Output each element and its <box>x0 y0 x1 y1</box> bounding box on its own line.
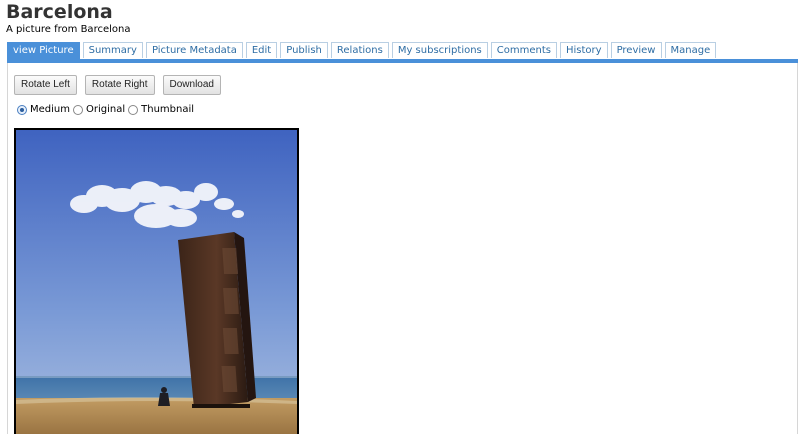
medium-label: Medium <box>30 104 70 115</box>
barcelona-picture <box>16 130 297 434</box>
rotate-right-button[interactable]: Rotate Right <box>84 75 155 95</box>
image-toolbar: Rotate Left Rotate Right Download <box>14 75 221 95</box>
original-label: Original <box>86 104 126 115</box>
tab-my-subscriptions[interactable]: My subscriptions <box>391 42 488 58</box>
tab-publish[interactable]: Publish <box>280 42 328 58</box>
rotate-left-button[interactable]: Rotate Left <box>14 75 77 95</box>
tab-history[interactable]: History <box>559 42 608 58</box>
tab-relations[interactable]: Relations <box>330 42 389 58</box>
tab-manage[interactable]: Manage <box>664 42 717 58</box>
tab-edit[interactable]: Edit <box>245 42 278 58</box>
page-title: Barcelona <box>6 1 113 23</box>
medium-radio[interactable] <box>17 104 27 115</box>
size-option-thumbnail[interactable]: Thumbnail <box>128 104 194 115</box>
original-radio[interactable] <box>73 104 83 115</box>
size-option-original[interactable]: Original <box>73 104 125 115</box>
thumbnail-label: Thumbnail <box>141 104 195 115</box>
tab-picture-metadata[interactable]: Picture Metadata <box>145 42 243 58</box>
thumbnail-radio[interactable] <box>128 104 139 115</box>
tab-bar: view Picture Summary Picture Metadata Ed… <box>7 42 717 59</box>
tab-preview[interactable]: Preview <box>610 42 662 58</box>
picture-frame <box>14 128 299 434</box>
tab-comments[interactable]: Comments <box>490 42 557 58</box>
page-subtitle: A picture from Barcelona <box>6 24 131 35</box>
tab-summary[interactable]: Summary <box>82 42 143 58</box>
size-option-medium[interactable]: Medium <box>17 104 70 115</box>
size-options: Medium Original Thumbnail <box>17 104 197 115</box>
tab-view-picture[interactable]: view Picture <box>7 42 80 59</box>
download-button[interactable]: Download <box>162 75 221 95</box>
